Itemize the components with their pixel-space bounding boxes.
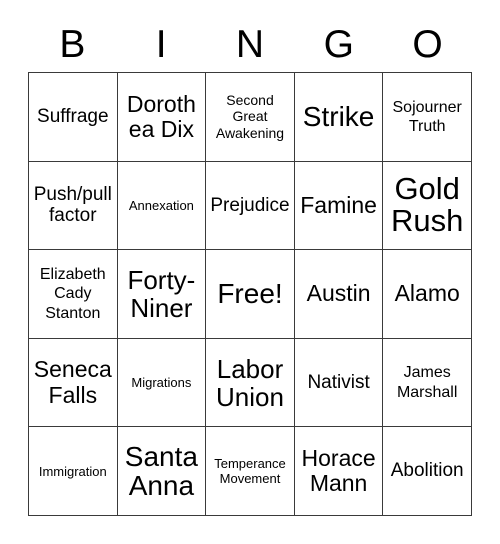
- bingo-header: BINGO: [28, 16, 472, 72]
- bingo-cell[interactable]: Forty-Niner: [117, 250, 207, 339]
- bingo-cell[interactable]: Push/pull factor: [29, 161, 118, 251]
- bingo-cell[interactable]: Second Great Awakening: [206, 73, 295, 162]
- bingo-header-letter-b: B: [59, 22, 86, 66]
- bingo-free-space[interactable]: Free!: [206, 250, 295, 339]
- bingo-cell-label: Second Great Awakening: [215, 91, 285, 142]
- bingo-cell-label: Austin: [306, 280, 371, 307]
- bingo-cell[interactable]: Immigration: [29, 427, 118, 516]
- bingo-cell-label: Alamo: [394, 280, 460, 307]
- bingo-cell[interactable]: Labor Union: [206, 338, 295, 428]
- bingo-cell[interactable]: James Marshall: [383, 338, 472, 428]
- bingo-cell-label: Santa Anna: [124, 440, 198, 502]
- bingo-cell-label: Immigration: [38, 463, 107, 479]
- bingo-cell[interactable]: Alamo: [383, 250, 472, 339]
- bingo-cell-label: Prejudice: [210, 194, 290, 216]
- bingo-grid: Suffrage Dorothea Dix Second Great Awakeni…: [28, 72, 472, 516]
- bingo-cell[interactable]: Prejudice: [206, 161, 295, 251]
- bingo-cell[interactable]: Elizabeth Cady Stanton: [29, 250, 118, 339]
- bingo-cell[interactable]: Horace Mann: [294, 427, 384, 516]
- bingo-header-letter-n: N: [235, 22, 265, 66]
- bingo-cell-label: Labor Union: [216, 353, 284, 412]
- bingo-cell[interactable]: Santa Anna: [117, 427, 207, 516]
- bingo-cell-label: James Marshall: [396, 364, 458, 401]
- bingo-cell[interactable]: Strike: [294, 73, 384, 162]
- bingo-cell-label: Temperance Movement: [214, 455, 286, 487]
- bingo-cell-label: Suffrage: [37, 105, 109, 127]
- bingo-cell[interactable]: Annexation: [117, 161, 207, 251]
- bingo-cell-label: Strike: [302, 100, 375, 132]
- bingo-cell[interactable]: Nativist: [294, 338, 384, 428]
- bingo-header-letter-o: O: [412, 22, 443, 66]
- bingo-cell[interactable]: Seneca Falls: [29, 338, 118, 428]
- bingo-cell[interactable]: Suffrage: [29, 73, 118, 162]
- bingo-cell-label: Annexation: [128, 197, 194, 213]
- bingo-cell-label: Seneca Falls: [33, 356, 112, 408]
- bingo-cell-label: Forty-Niner: [127, 264, 196, 323]
- bingo-cell-label: Horace Mann: [301, 444, 376, 497]
- bingo-cell-label: Push/pull factor: [33, 183, 112, 227]
- bingo-header-letter-g: G: [323, 22, 354, 66]
- bingo-cell[interactable]: Dorothea Dix: [117, 73, 207, 162]
- bingo-cell-label: Gold Rush: [391, 171, 464, 239]
- bingo-header-letter-i: I: [155, 22, 167, 66]
- bingo-cell-label: Elizabeth Cady Stanton: [39, 266, 106, 322]
- bingo-cell[interactable]: Abolition: [383, 427, 472, 516]
- bingo-card: B I N G O Suffrage Dorothea Dix Second Great A…: [0, 0, 500, 544]
- bingo-cell[interactable]: Famine: [294, 161, 384, 251]
- bingo-cell[interactable]: Sojourner Truth: [383, 73, 472, 162]
- bingo-cell[interactable]: Temperance Movement: [206, 427, 295, 516]
- bingo-cell[interactable]: Migrations: [117, 338, 207, 428]
- bingo-cell-label: Famine: [300, 191, 377, 218]
- bingo-cell-label: Abolition: [390, 460, 464, 482]
- bingo-cell-label: Sojourner Truth: [392, 98, 462, 135]
- bingo-cell-label: Dorothea Dix: [126, 90, 196, 142]
- bingo-cell-label: Migrations: [131, 374, 192, 390]
- bingo-cell-label: Nativist: [307, 371, 370, 393]
- bingo-cell-label: Free!: [217, 278, 283, 310]
- bingo-cell[interactable]: Gold Rush: [383, 161, 472, 251]
- bingo-cell[interactable]: Austin: [294, 250, 384, 339]
